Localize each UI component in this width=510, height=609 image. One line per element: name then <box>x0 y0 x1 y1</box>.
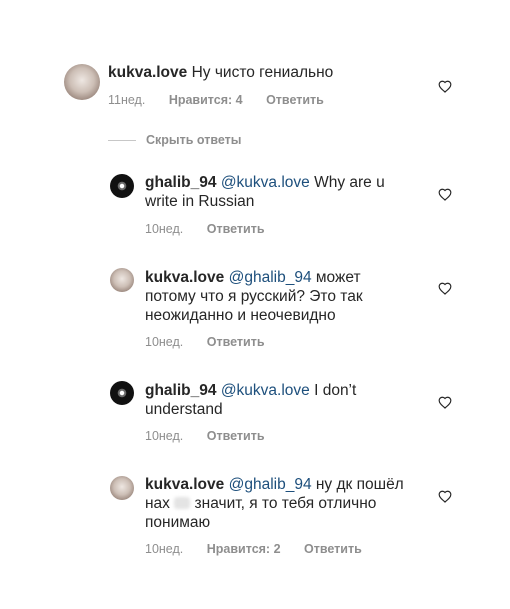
reply-mention[interactable]: @ghalib_94 <box>229 269 312 286</box>
avatar[interactable] <box>110 381 134 405</box>
reply-meta: 10нед. Ответить <box>145 222 285 236</box>
reply-button[interactable]: Ответить <box>207 222 265 236</box>
avatar[interactable] <box>64 64 100 100</box>
hide-replies-divider <box>108 140 136 141</box>
reply-button[interactable]: Ответить <box>304 542 362 556</box>
avatar[interactable] <box>110 174 134 198</box>
comment-username[interactable]: kukva.love <box>108 64 187 81</box>
like-heart-icon[interactable] <box>438 188 452 201</box>
comment-meta: 11нед. Нравится: 4 Ответить <box>108 93 344 107</box>
reply-mention[interactable]: @kukva.love <box>221 174 310 191</box>
reply-meta: 10нед. Ответить <box>145 335 285 349</box>
hide-replies-label[interactable]: Скрыть ответы <box>146 133 241 147</box>
avatar[interactable] <box>110 476 134 500</box>
comment-body: Ну чисто гениально <box>191 64 334 81</box>
likes-count[interactable]: Нравится: 2 <box>207 542 281 556</box>
reply-time: 10нед. <box>145 429 184 443</box>
reply-text: kukva.love @ghalib_94 ну дк пошёл нах зн… <box>145 475 405 532</box>
avatar[interactable] <box>110 268 134 292</box>
comment-time: 11нед. <box>108 93 146 107</box>
reply-mention[interactable]: @ghalib_94 <box>229 476 312 493</box>
reply-username[interactable]: kukva.love <box>145 269 224 286</box>
reply-username[interactable]: ghalib_94 <box>145 174 217 191</box>
reply-username[interactable]: kukva.love <box>145 476 224 493</box>
reply-button[interactable]: Ответить <box>266 93 324 107</box>
reply-meta: 10нед. Ответить <box>145 429 285 443</box>
reply-button[interactable]: Ответить <box>207 429 265 443</box>
like-heart-icon[interactable] <box>438 80 452 93</box>
reply-text: ghalib_94 @kukva.love I don’t understand <box>145 381 385 419</box>
likes-count[interactable]: Нравится: 4 <box>169 93 243 107</box>
censored-blur <box>174 497 191 509</box>
reply-time: 10нед. <box>145 542 184 556</box>
reply-text: ghalib_94 @kukva.love Why are u write in… <box>145 173 385 211</box>
reply-button[interactable]: Ответить <box>207 335 265 349</box>
reply-time: 10нед. <box>145 222 184 236</box>
reply-mention[interactable]: @kukva.love <box>221 382 310 399</box>
like-heart-icon[interactable] <box>438 490 452 503</box>
reply-time: 10нед. <box>145 335 184 349</box>
like-heart-icon[interactable] <box>438 282 452 295</box>
reply-username[interactable]: ghalib_94 <box>145 382 217 399</box>
reply-text: kukva.love @ghalib_94 может потому что я… <box>145 268 405 325</box>
comment-text: kukva.love Ну чисто гениально <box>108 63 428 82</box>
like-heart-icon[interactable] <box>438 396 452 409</box>
reply-meta: 10нед. Нравится: 2 Ответить <box>145 542 382 556</box>
